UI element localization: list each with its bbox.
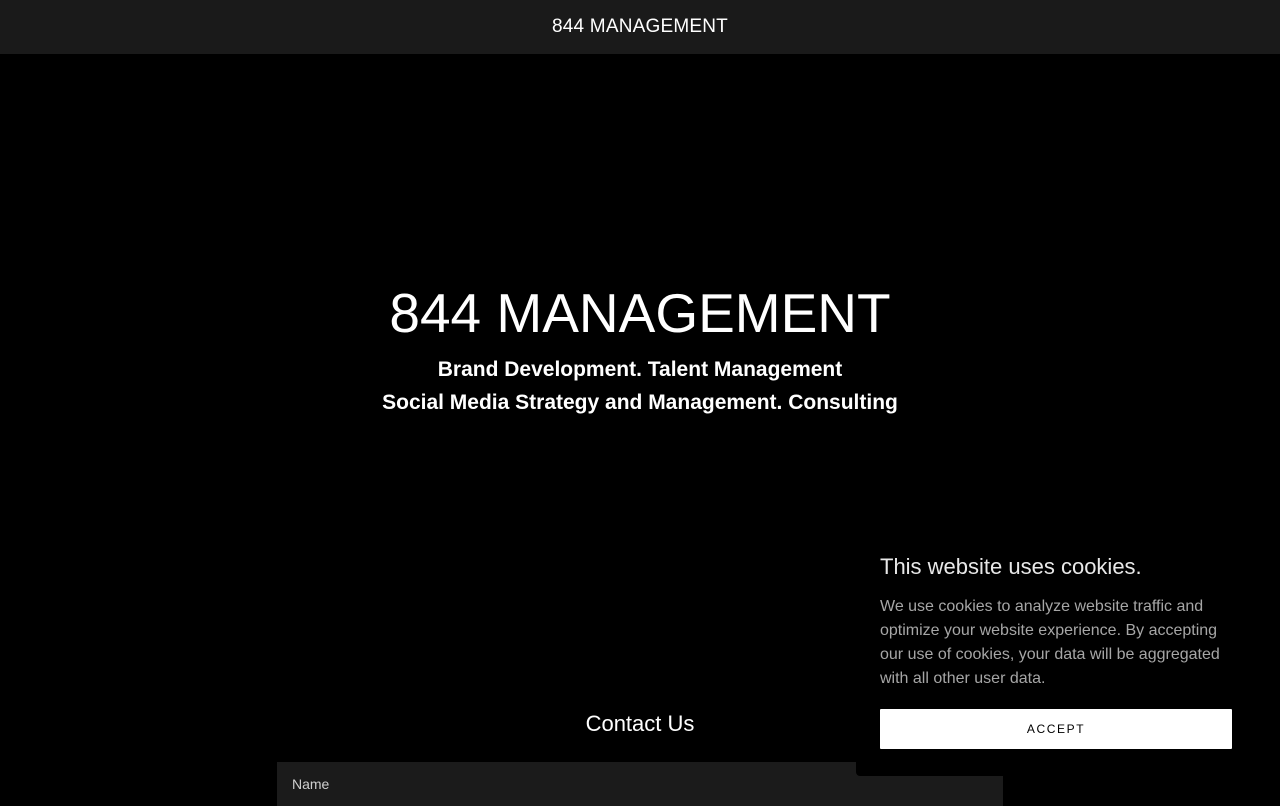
hero-tagline-line1: Brand Development. Talent Management [437,358,843,381]
accept-cookies-button[interactable]: ACCEPT [880,709,1232,749]
site-logo-link[interactable]: 844 MANAGEMENT [552,16,728,38]
cookie-banner: This website uses cookies. We use cookie… [856,530,1256,776]
cookie-banner-text: We use cookies to analyze website traffi… [880,598,1220,687]
hero-tagline-line2: Social Media Strategy and Management. Co… [382,391,898,414]
cookie-banner-title: This website uses cookies. [880,554,1142,579]
hero-title: 844 MANAGEMENT [389,282,891,344]
site-header: 844 MANAGEMENT [0,0,1280,54]
